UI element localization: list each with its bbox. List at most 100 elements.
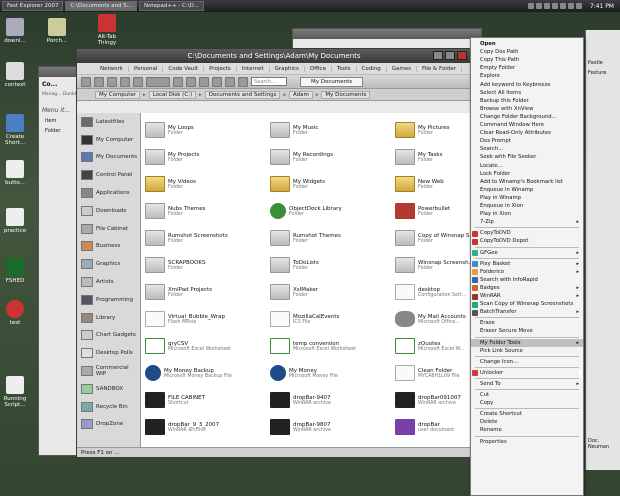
file-item[interactable]: Virtual_Bubble_Wrap Flash Movie — [145, 306, 269, 332]
desktop-icon-running-script[interactable]: Running Script... — [0, 376, 30, 408]
desktop-icon-downloads[interactable]: downl... — [0, 18, 30, 44]
sidebar-item[interactable]: Programming — [77, 291, 140, 309]
file-item[interactable]: SCRAPBOOKS Folder — [145, 252, 269, 278]
paste-icon[interactable] — [186, 76, 196, 87]
tab-personal[interactable]: Personal — [129, 65, 164, 72]
file-item[interactable]: My Money Backup Microsoft Money Backup Fi… — [145, 360, 269, 386]
tab-file-folder[interactable]: File & Folder — [417, 65, 462, 72]
file-item[interactable]: My Loops Folder — [145, 117, 269, 143]
sidebar-item[interactable]: Artists — [77, 273, 140, 291]
back-icon[interactable] — [81, 76, 91, 87]
background-window-right[interactable]: Pastie Festure Doc. Neuman — [585, 30, 620, 470]
tab-tools[interactable]: Tools — [332, 65, 357, 72]
tray-icon[interactable] — [567, 3, 574, 9]
file-item[interactable]: dropBar_9_3_2007 WinRAR archive — [145, 414, 269, 440]
context-menu-item[interactable]: Properties — [471, 438, 583, 447]
sidebar-item[interactable]: Recycle Bin — [77, 398, 140, 416]
sidebar-item[interactable]: Latestfiles — [77, 113, 140, 131]
up-icon[interactable] — [107, 76, 117, 87]
context-menu-item[interactable]: CopyToDVD Depot — [471, 237, 583, 246]
context-menu-item[interactable]: 7-Zip ▸ — [471, 218, 583, 227]
context-menu-item[interactable]: BatchTransfer ▸ — [471, 308, 583, 317]
file-item[interactable]: Rumshot Themes Folder — [270, 225, 394, 251]
sidebar-item[interactable]: Commercial WIP — [77, 362, 140, 380]
sidebar-item[interactable]: My Documents — [77, 149, 140, 167]
tab-projects[interactable]: Projects — [204, 65, 237, 72]
tab-coding[interactable]: Coding — [357, 65, 387, 72]
sidebar-item[interactable]: SANDBOX — [77, 380, 140, 398]
tray-icon[interactable] — [543, 3, 550, 9]
taskbar-button-fast-explorer[interactable]: Fast Explorer 2007 — [2, 1, 64, 11]
file-item[interactable]: Rumshot Screenshots Folder — [145, 225, 269, 251]
desktop-icon-practice[interactable]: practice — [0, 208, 30, 234]
tray-icon[interactable] — [575, 3, 582, 9]
file-item[interactable]: qryCSV Microsoft Excel Worksheet — [145, 333, 269, 359]
breadcrumb-my-computer[interactable]: My Computer — [95, 90, 141, 99]
desktop-icon-create-shortcut[interactable]: Create Short... — [0, 114, 30, 146]
file-item[interactable]: ObjectDock Library Folder — [270, 198, 394, 224]
file-item[interactable]: XsIMaker Folder — [270, 279, 394, 305]
file-item[interactable]: FILE CABINET Shortcut — [145, 387, 269, 413]
tab-office[interactable]: Office — [305, 65, 332, 72]
tab-graphics[interactable]: Graphics — [270, 65, 305, 72]
background-window-titlebar[interactable] — [293, 29, 481, 39]
sidebar-item[interactable]: DropZone — [77, 416, 140, 434]
view-button[interactable] — [146, 76, 170, 87]
file-item[interactable]: dropBar-9807 WinRAR archive — [270, 414, 394, 440]
breadcrumb-adam[interactable]: Adam — [288, 90, 313, 99]
window-titlebar[interactable]: C:\Documents and Settings\Adam\My Docume… — [77, 49, 471, 63]
taskbar-button-notepad[interactable]: Notepad++ - C:\D... — [138, 1, 205, 11]
search-icon[interactable] — [238, 76, 248, 87]
tab-my-documents[interactable]: My Documents — [300, 76, 364, 87]
file-item[interactable]: MozillaCalEvents ICS File — [270, 306, 394, 332]
tab-network[interactable]: Network — [95, 65, 129, 72]
minimize-button[interactable] — [433, 51, 443, 60]
context-menu-item[interactable]: GFGee ▸ — [471, 249, 583, 258]
tab-games[interactable]: Games — [387, 65, 417, 72]
context-menu-item[interactable]: Send To ▸ — [471, 380, 583, 389]
context-menu-item[interactable]: Copy — [471, 399, 583, 408]
breadcrumb-docs-settings[interactable]: Documents and Settings — [204, 90, 281, 99]
context-menu-item[interactable]: Change Icon... — [471, 358, 583, 367]
desktop-icon-context[interactable]: context — [0, 62, 30, 88]
sidebar-item[interactable]: Library — [77, 309, 140, 327]
delete-icon[interactable] — [199, 76, 209, 87]
sidebar-item[interactable]: My Computer — [77, 131, 140, 149]
context-menu-item[interactable]: Pick Link Source — [471, 347, 583, 356]
desktop-icon-alt-tab[interactable]: Alt-Tab Thingy — [90, 14, 124, 46]
sidebar-item[interactable]: Applications — [77, 184, 140, 202]
file-item[interactable]: XmlPad Projects Folder — [145, 279, 269, 305]
file-item[interactable]: My Widgets Folder — [270, 171, 394, 197]
context-menu-item[interactable]: Rename — [471, 426, 583, 435]
sidebar-item[interactable]: Desktop Polls — [77, 344, 140, 362]
taskbar-button-documents[interactable]: C:\Documents and S... — [65, 1, 137, 11]
context-menu-item[interactable]: Eraser Secure Move — [471, 327, 583, 336]
tray-icon[interactable] — [535, 3, 542, 9]
properties-icon[interactable] — [212, 76, 222, 87]
tray-icon[interactable] — [527, 3, 534, 9]
home-icon[interactable] — [133, 76, 143, 87]
file-item[interactable]: My Videos Folder — [145, 171, 269, 197]
newfolder-icon[interactable] — [225, 76, 235, 87]
file-item[interactable]: ToDoLists Folder — [270, 252, 394, 278]
desktop-icon-fshed[interactable]: FSHED — [0, 258, 30, 284]
file-item[interactable]: My Projects Folder — [145, 144, 269, 170]
file-item[interactable]: Nubs Themes Folder — [145, 198, 269, 224]
refresh-icon[interactable] — [120, 76, 130, 87]
file-item[interactable]: dropBar-9407 WinRAR archive — [270, 387, 394, 413]
copy-icon[interactable] — [173, 76, 183, 87]
file-item[interactable]: My Music Folder — [270, 117, 394, 143]
context-menu-item[interactable]: Unlocker — [471, 369, 583, 378]
tray-icon[interactable] — [559, 3, 566, 9]
sidebar-item[interactable]: Business — [77, 238, 140, 256]
sidebar-item[interactable]: Chart Gadgets — [77, 327, 140, 345]
forward-icon[interactable] — [94, 76, 104, 87]
taskbar-clock[interactable]: 7:41 PM — [590, 3, 614, 10]
file-item[interactable]: My Money Microsoft Money File — [270, 360, 394, 386]
file-item[interactable]: My Recordings Folder — [270, 144, 394, 170]
sidebar-item[interactable]: Graphics — [77, 255, 140, 273]
desktop-icon-porch[interactable]: Porch... — [42, 18, 72, 44]
tray-icon[interactable] — [551, 3, 558, 9]
breadcrumb-local-disk[interactable]: Local Disk (C:) — [148, 90, 197, 99]
tab-internet[interactable]: Internet — [237, 65, 270, 72]
